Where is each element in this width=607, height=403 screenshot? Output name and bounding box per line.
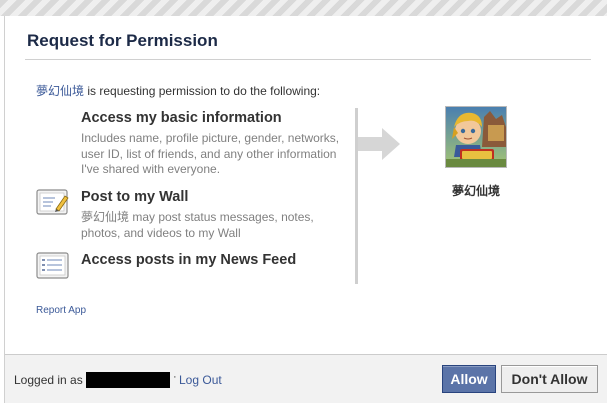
dont-allow-button[interactable]: Don't Allow: [501, 365, 598, 393]
title-divider: [25, 59, 591, 60]
news-feed-icon: [36, 252, 70, 280]
permission-title: Access my basic information: [81, 110, 282, 126]
permission-description: Includes name, profile picture, gender, …: [81, 131, 340, 176]
permission-dialog: Request for Permission 夢幻仙境 is requestin…: [4, 16, 607, 403]
app-icon: [445, 106, 507, 168]
logout-link[interactable]: Log Out: [179, 373, 222, 387]
right-arrow-icon: [358, 124, 404, 164]
report-app-link[interactable]: Report App: [36, 305, 86, 316]
permission-description: 夢幻仙境 may post status messages, notes, ph…: [81, 210, 314, 240]
permission-title: Post to my Wall: [81, 189, 189, 205]
separator-dot: ·: [173, 371, 177, 383]
wall-post-icon: [36, 189, 70, 217]
permission-title: Access posts in my News Feed: [81, 252, 297, 268]
dialog-top-border: [0, 0, 607, 16]
intro-text: is requesting permission to do the follo…: [84, 84, 321, 98]
dialog-title: Request for Permission: [27, 31, 218, 50]
redacted-username: [86, 372, 170, 388]
allow-button[interactable]: Allow: [442, 365, 496, 393]
app-name: 夢幻仙境: [451, 184, 500, 198]
intro-app-name[interactable]: 夢幻仙境: [36, 84, 84, 98]
dialog-footer: Logged in as · Log Out Allow Don't Allow: [5, 354, 607, 403]
logged-in-label: Logged in as: [14, 373, 83, 387]
permission-intro: 夢幻仙境 is requesting permission to do the …: [36, 82, 320, 99]
